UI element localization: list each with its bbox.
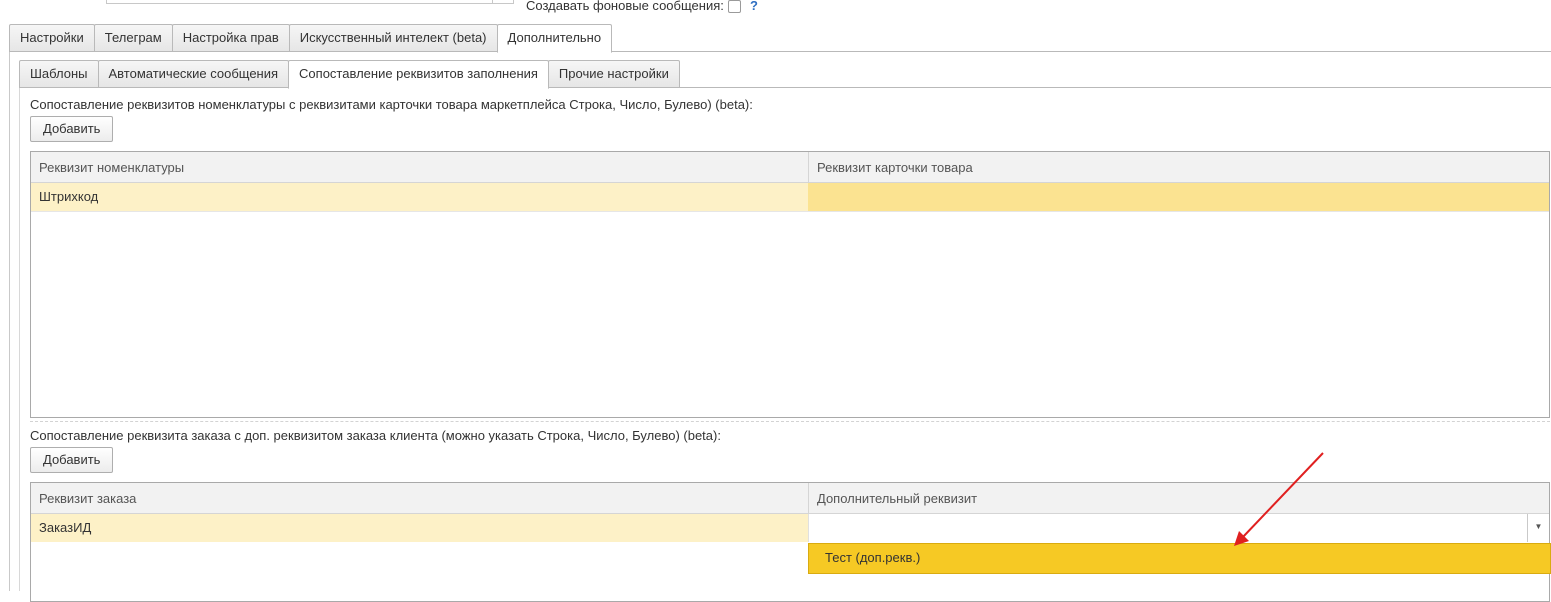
column-header-extra-attr[interactable]: Дополнительный реквизит — [808, 483, 1549, 514]
tab-rights[interactable]: Настройка прав — [171, 24, 290, 52]
nomenclature-mapping-label: Сопоставление реквизитов номенклатуры с … — [30, 97, 753, 112]
subpanel-border — [19, 87, 20, 591]
background-messages-label: Создавать фоновые сообщения: — [526, 0, 724, 13]
dropdown-arrow-icon[interactable]: ▼ — [1527, 514, 1549, 542]
tab-other-settings[interactable]: Прочие настройки — [547, 60, 680, 88]
tab-templates[interactable]: Шаблоны — [19, 60, 99, 88]
help-icon[interactable]: ? — [750, 0, 758, 13]
table-row-cell-nomenclature[interactable]: Штрихкод — [31, 183, 808, 211]
top-field[interactable] — [106, 0, 514, 4]
nomenclature-mapping-table: Реквизит номенклатуры Реквизит карточки … — [30, 151, 1550, 418]
add-nomenclature-mapping-button[interactable]: Добавить — [30, 116, 114, 142]
row-divider — [31, 211, 1549, 212]
top-field-divider — [492, 0, 493, 4]
panel-border — [9, 51, 10, 591]
tab-auto-messages[interactable]: Автоматические сообщения — [97, 60, 290, 88]
annotation-arrow-icon — [1234, 452, 1324, 546]
tab-telegram[interactable]: Телеграм — [93, 24, 173, 52]
dropdown-option[interactable]: Тест (доп.рекв.) — [808, 543, 1551, 574]
main-tab-bar: Настройки Телеграм Настройка прав Искусс… — [9, 24, 613, 53]
background-messages-checkbox[interactable] — [728, 0, 741, 13]
tab-additional[interactable]: Дополнительно — [496, 24, 613, 53]
section-divider — [30, 421, 1550, 422]
extra-attr-input[interactable] — [808, 514, 1527, 542]
table-row-cell-order-attr[interactable]: ЗаказИД — [31, 514, 808, 542]
tab-settings[interactable]: Настройки — [9, 24, 95, 52]
sub-tab-bar: Шаблоны Автоматические сообщения Сопоста… — [19, 60, 680, 89]
order-mapping-label: Сопоставление реквизита заказа с доп. ре… — [30, 428, 721, 443]
column-header-card-attr[interactable]: Реквизит карточки товара — [808, 152, 1549, 183]
column-header-nomenclature-attr[interactable]: Реквизит номенклатуры — [31, 152, 808, 183]
column-header-order-attr[interactable]: Реквизит заказа — [31, 483, 808, 514]
add-order-mapping-button[interactable]: Добавить — [30, 447, 114, 473]
tab-ai[interactable]: Искусственный интелект (beta) — [288, 24, 498, 52]
table-row-cell-card-attr[interactable] — [808, 183, 1549, 211]
tab-field-mapping[interactable]: Сопоставление реквизитов заполнения — [288, 60, 549, 89]
